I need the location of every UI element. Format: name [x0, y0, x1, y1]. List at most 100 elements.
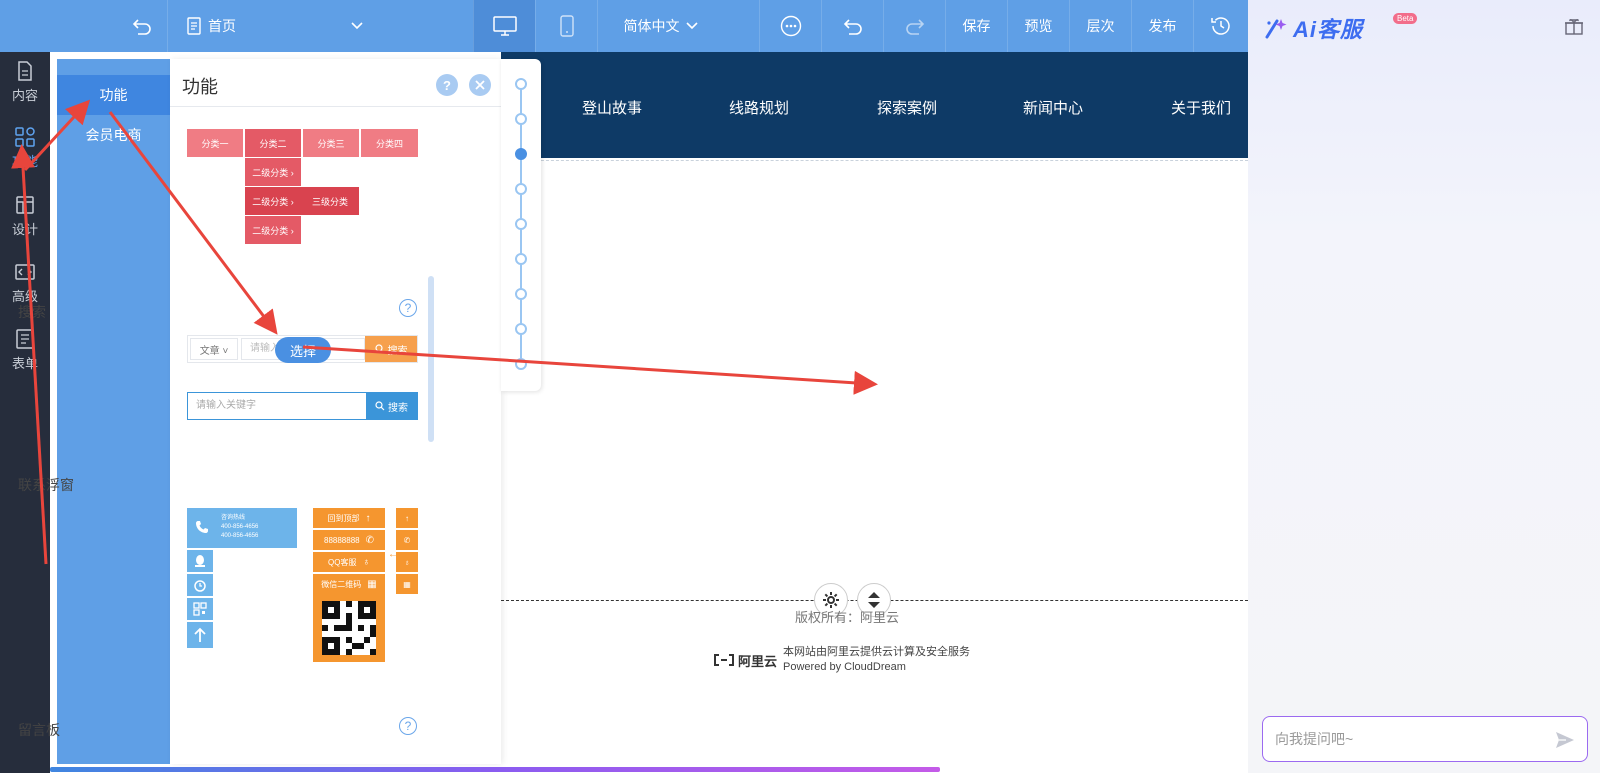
- aliyun-logo-text: 阿里云: [738, 653, 778, 669]
- mobile-view-button[interactable]: [535, 0, 597, 52]
- document-icon: [18, 60, 32, 81]
- panel-close-button[interactable]: [469, 74, 491, 96]
- beta-badge: Beta: [1393, 13, 1418, 24]
- rail-item-design[interactable]: 设计: [0, 186, 50, 246]
- phone-icon: ✆: [403, 535, 411, 545]
- left-rail: 内容 功能 设计 高级 表单: [0, 52, 50, 773]
- aliyun-line1: 本网站由阿里云提供云计算及安全服务: [783, 646, 971, 658]
- search-help-icon[interactable]: ?: [399, 299, 417, 317]
- code-icon: [15, 263, 35, 280]
- more-icon: [780, 15, 801, 37]
- history-icon: [1211, 17, 1230, 35]
- message-section-title: 留言板: [18, 722, 60, 738]
- timeline-dot[interactable]: [515, 78, 527, 90]
- timeline-dot[interactable]: [515, 358, 527, 370]
- qr-code-icon: [193, 602, 207, 616]
- panel-help-button[interactable]: ?: [436, 74, 458, 96]
- publish-button[interactable]: 发布: [1131, 0, 1193, 52]
- search-input-preview: 请输入关键字: [196, 400, 256, 411]
- category-functions[interactable]: 功能: [57, 75, 170, 115]
- search-icon: [375, 401, 385, 411]
- alarm-clock-icon: [194, 580, 206, 592]
- gift-box-icon: [1565, 19, 1583, 35]
- nav-item[interactable]: 线路规划: [729, 97, 789, 118]
- timeline-dot-active[interactable]: [515, 148, 527, 160]
- nav-item[interactable]: 新闻中心: [1023, 97, 1083, 118]
- menu-top-item: 分类二: [245, 129, 301, 157]
- grid-icon: [15, 126, 35, 147]
- back-button[interactable]: [117, 0, 167, 52]
- hotline-phone: 400-856-4656: [221, 524, 259, 530]
- rail-item-form[interactable]: 表单: [0, 320, 50, 380]
- history-button[interactable]: [1193, 0, 1248, 52]
- wechat-label: 微信二维码: [321, 579, 362, 589]
- more-button[interactable]: [759, 0, 821, 52]
- ai-gift-button[interactable]: [1564, 16, 1584, 41]
- qq-icon: ♁: [404, 557, 410, 567]
- clock-float-button: [187, 574, 213, 596]
- nav-item[interactable]: 探索案例: [877, 97, 937, 118]
- rail-item-content[interactable]: 内容: [0, 52, 50, 112]
- mini-qr: ▦: [396, 574, 418, 594]
- search-type-select: 文章 ˅: [190, 338, 238, 360]
- page-selector[interactable]: 首页: [167, 0, 385, 52]
- nav-divider: [501, 160, 1248, 161]
- aliyun-line2: Powered by CloudDream: [783, 661, 906, 673]
- timeline-dot[interactable]: [515, 323, 527, 335]
- search-widget-style2[interactable]: 请输入关键字 搜索: [187, 392, 418, 420]
- ai-logo: Ai客服 Beta: [1263, 12, 1418, 44]
- hotline-label: 咨询热线: [221, 515, 246, 521]
- orange-number: 88888888 ✆: [313, 530, 385, 550]
- anchor-timeline[interactable]: [501, 59, 541, 391]
- panel-scrollbar[interactable]: [428, 276, 434, 442]
- search-button-label: 搜索: [388, 402, 408, 414]
- select-badge[interactable]: 选择: [275, 337, 331, 363]
- sparkle-icon: [1265, 19, 1287, 39]
- nav-item[interactable]: 关于我们: [1171, 97, 1231, 118]
- save-button[interactable]: 保存: [945, 0, 1007, 52]
- page-name: 首页: [208, 18, 236, 34]
- number-label: 88888888: [324, 535, 360, 545]
- message-help-icon[interactable]: ?: [399, 717, 417, 735]
- save-label: 保存: [962, 18, 991, 34]
- search-icon: [374, 344, 384, 354]
- qr-code-image: [322, 601, 376, 655]
- layout-icon: [16, 195, 34, 214]
- ai-question-input[interactable]: [1275, 717, 1545, 761]
- timeline-dot[interactable]: [515, 113, 527, 125]
- aliyun-credit: 阿里云 本网站由阿里云提供云计算及安全服务 Powered by CloudDr…: [713, 645, 970, 675]
- nav-item[interactable]: 登山故事: [582, 97, 642, 118]
- wechat-qr-card: [313, 594, 385, 662]
- layers-button[interactable]: 层次: [1069, 0, 1131, 52]
- send-icon[interactable]: [1555, 730, 1575, 750]
- rail-item-functions[interactable]: 功能: [0, 118, 50, 178]
- search-button-label: 搜索: [387, 345, 408, 357]
- menu-sub-item: 二级分类 ›: [245, 158, 301, 186]
- mobile-icon: [559, 15, 574, 37]
- copyright-text: 版权所有：阿里云: [795, 610, 900, 625]
- question-icon: ?: [443, 77, 451, 93]
- preview-button[interactable]: 预览: [1007, 0, 1069, 52]
- arrow-up-icon: ↑: [405, 513, 409, 523]
- form-icon: [16, 328, 34, 349]
- timeline-dot[interactable]: [515, 218, 527, 230]
- timeline-dot[interactable]: [515, 183, 527, 195]
- back-top-float-button: [187, 622, 213, 648]
- redo-button[interactable]: [883, 0, 945, 52]
- desktop-icon: [492, 16, 517, 36]
- menu-top-item: 分类四: [361, 129, 418, 157]
- aliyun-logo-icon: [714, 654, 734, 666]
- menu-third-item: 三级分类: [301, 187, 359, 215]
- desktop-view-button[interactable]: [473, 0, 535, 52]
- rail-label: 设计: [11, 221, 38, 237]
- timeline-dot[interactable]: [515, 253, 527, 265]
- panel-header-divider: [170, 106, 501, 107]
- language-selector[interactable]: 简体中文: [597, 0, 717, 52]
- timeline-dot[interactable]: [515, 288, 527, 300]
- top-toolbar: 首页 简体中文 保存 预览 层次 发布: [0, 0, 1248, 52]
- undo-button[interactable]: [821, 0, 883, 52]
- category-member-ecommerce[interactable]: 会员电商: [57, 115, 170, 155]
- arrow-up-icon: ↑: [365, 512, 371, 524]
- loading-progress-bar: [50, 767, 940, 772]
- category-label: 功能: [99, 87, 128, 103]
